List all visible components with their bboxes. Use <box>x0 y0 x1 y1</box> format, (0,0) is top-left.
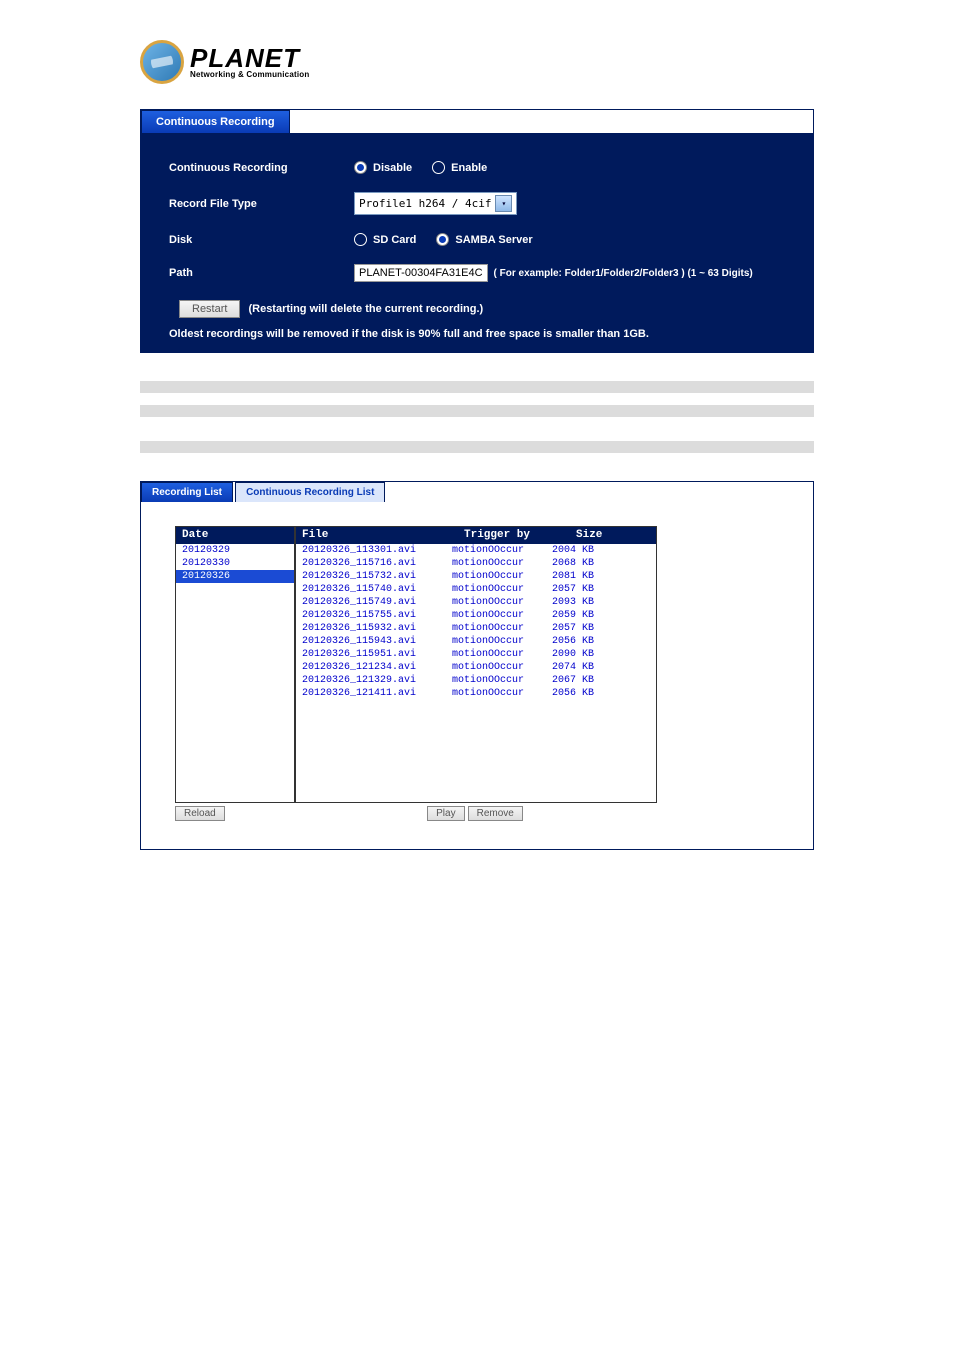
radio-sd-card[interactable] <box>354 233 367 246</box>
date-row[interactable]: 20120329 <box>176 544 294 557</box>
def-desc <box>356 429 814 441</box>
file-row[interactable]: 20120326_121234.avimotionOOccur2074 KB <box>296 661 656 674</box>
tab-recording-list[interactable]: Recording List <box>141 482 233 502</box>
label-disk: Disk <box>169 234 354 246</box>
file-row[interactable]: 20120326_115749.avimotionOOccur2093 KB <box>296 596 656 609</box>
tab-continuous-recording[interactable]: Continuous Recording <box>141 110 290 133</box>
def-desc <box>356 381 814 393</box>
input-path[interactable]: PLANET-00304FA31E4C <box>354 264 488 282</box>
file-row[interactable]: 20120326_115740.avimotionOOccur2057 KB <box>296 583 656 596</box>
recording-list-panel: Recording List Continuous Recording List… <box>140 481 814 850</box>
restart-note: (Restarting will delete the current reco… <box>248 303 483 315</box>
def-term <box>140 405 356 417</box>
radio-disable[interactable] <box>354 161 367 174</box>
logo-subtext: Networking & Communication <box>190 71 309 79</box>
chevron-down-icon: ▾ <box>495 195 512 212</box>
path-hint: ( For example: Folder1/Folder2/Folder3 )… <box>494 268 753 279</box>
date-row[interactable]: 20120326 <box>176 570 294 583</box>
planet-globe-icon <box>140 40 184 84</box>
radio-samba[interactable] <box>436 233 449 246</box>
label-continuous-recording: Continuous Recording <box>169 162 354 174</box>
select-record-file-type[interactable]: Profile1 h264 / 4cif ▾ <box>354 192 517 215</box>
continuous-recording-panel: Continuous Recording Continuous Recordin… <box>140 109 814 353</box>
def-term <box>140 429 356 441</box>
col-file: File <box>296 527 458 543</box>
file-row[interactable]: 20120326_115716.avimotionOOccur2068 KB <box>296 557 656 570</box>
def-desc <box>356 393 814 405</box>
radio-samba-label: SAMBA Server <box>455 234 532 246</box>
file-row[interactable]: 20120326_115932.avimotionOOccur2057 KB <box>296 622 656 635</box>
file-row[interactable]: 20120326_115951.avimotionOOccur2090 KB <box>296 648 656 661</box>
file-row[interactable]: 20120326_115943.avimotionOOccur2056 KB <box>296 635 656 648</box>
tab-continuous-recording-list[interactable]: Continuous Recording List <box>235 482 385 502</box>
file-row[interactable]: 20120326_115755.avimotionOOccur2059 KB <box>296 609 656 622</box>
reload-button[interactable]: Reload <box>175 806 225 821</box>
radio-disable-label: Disable <box>373 162 412 174</box>
file-row[interactable]: 20120326_121329.avimotionOOccur2067 KB <box>296 674 656 687</box>
date-pane: Date 201203292012033020120326 <box>175 526 295 803</box>
def-term <box>140 441 356 453</box>
file-row[interactable]: 20120326_121411.avimotionOOccur2056 KB <box>296 687 656 700</box>
radio-sd-card-label: SD Card <box>373 234 416 246</box>
label-record-file-type: Record File Type <box>169 198 354 210</box>
restart-button[interactable]: Restart <box>179 300 240 318</box>
play-button[interactable]: Play <box>427 806 464 821</box>
radio-enable-label: Enable <box>451 162 487 174</box>
def-term <box>140 381 356 393</box>
logo-text: PLANET <box>190 45 309 71</box>
logo: PLANET Networking & Communication <box>140 40 814 84</box>
def-term <box>140 393 356 405</box>
def-desc <box>356 405 814 417</box>
remove-button[interactable]: Remove <box>468 806 523 821</box>
label-path: Path <box>169 267 354 279</box>
col-size: Size <box>570 527 652 543</box>
select-value: Profile1 h264 / 4cif <box>359 197 491 210</box>
definitions-table <box>140 381 814 453</box>
col-date: Date <box>176 527 294 543</box>
col-trigger: Trigger by <box>458 527 570 543</box>
radio-enable[interactable] <box>432 161 445 174</box>
def-term <box>140 417 356 429</box>
def-desc <box>356 441 814 453</box>
file-row[interactable]: 20120326_113301.avimotionOOccur2004 KB <box>296 544 656 557</box>
overwrite-warning: Oldest recordings will be removed if the… <box>169 328 785 340</box>
file-row[interactable]: 20120326_115732.avimotionOOccur2081 KB <box>296 570 656 583</box>
file-pane: File Trigger by Size 20120326_113301.avi… <box>295 526 657 803</box>
def-desc <box>356 417 814 429</box>
date-row[interactable]: 20120330 <box>176 557 294 570</box>
